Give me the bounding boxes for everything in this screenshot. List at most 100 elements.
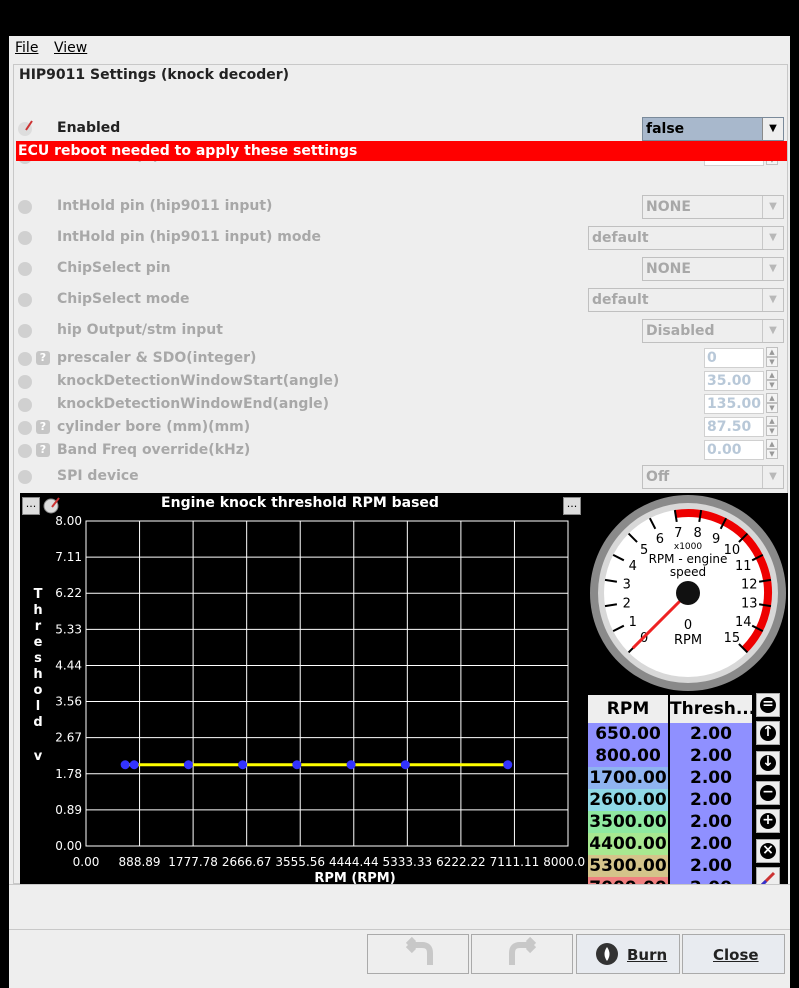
setting-icon[interactable] — [16, 119, 34, 137]
redo-button[interactable] — [471, 934, 573, 974]
y-tick-label: 0.00 — [55, 839, 82, 853]
chevron-down-icon[interactable]: ▼ — [762, 320, 783, 342]
gauge-tick-label: 12 — [741, 577, 758, 592]
move-up-button[interactable]: ↑ — [756, 721, 780, 745]
rpm-cell[interactable]: 1700.00 — [588, 767, 668, 789]
setting-row: ? Band Freq override(kHz) 0.00 ▲ ▼ — [14, 439, 787, 463]
chevron-down-icon[interactable]: ▼ — [762, 196, 783, 218]
gauge-hub — [676, 581, 700, 605]
setting-label: ChipSelect pin — [57, 260, 171, 276]
setting-icon[interactable] — [16, 290, 34, 308]
settings-window: File View HIP9011 Settings (knock decode… — [9, 36, 790, 988]
spin-up-icon[interactable]: ▲ — [766, 347, 778, 357]
chevron-down-icon[interactable]: ▼ — [762, 258, 783, 280]
gauge-tick-label: 5 — [640, 543, 648, 558]
spinner-value[interactable]: 0.00 — [704, 440, 764, 460]
gauge-tick-label: 9 — [712, 532, 720, 547]
spinner-value[interactable]: 135.00 — [704, 394, 764, 414]
minus-button[interactable]: − — [756, 781, 780, 805]
threshold-cell[interactable]: 2.00 — [670, 811, 752, 833]
setting-dropdown[interactable]: NONE ▼ — [642, 257, 784, 281]
spinner-value[interactable]: 87.50 — [704, 417, 764, 437]
spinner-value[interactable]: 0 — [704, 348, 764, 368]
data-point — [183, 760, 193, 770]
chevron-down-icon[interactable]: ▼ — [762, 227, 783, 249]
spin-up-icon[interactable]: ▲ — [766, 416, 778, 426]
spin-down-icon[interactable]: ▼ — [766, 380, 778, 390]
dropdown-value: default — [592, 230, 649, 246]
setting-icon[interactable] — [16, 197, 34, 215]
setting-icon[interactable] — [16, 418, 34, 436]
burn-button[interactable]: Burn — [576, 934, 680, 974]
setting-icon[interactable] — [16, 228, 34, 246]
threshold-cell[interactable]: 2.00 — [670, 789, 752, 811]
x-tick-label: 1777.78 — [168, 855, 218, 869]
spin-down-icon[interactable]: ▼ — [766, 403, 778, 413]
setting-dropdown[interactable]: NONE ▼ — [642, 195, 784, 219]
spinner-value[interactable]: 35.00 — [704, 371, 764, 391]
plus-button[interactable]: + — [756, 809, 780, 833]
spin-up-icon[interactable]: ▲ — [766, 439, 778, 449]
threshold-cell[interactable]: 2.00 — [670, 723, 752, 745]
y-tick-label: 1.78 — [55, 767, 82, 781]
setting-row: SPI device Off ▼ — [14, 465, 787, 489]
setting-label: knockDetectionWindowStart(angle) — [57, 373, 340, 389]
chevron-down-icon[interactable]: ▼ — [762, 118, 783, 140]
setting-dropdown[interactable]: Disabled ▼ — [642, 319, 784, 343]
y-tick-label: 3.56 — [55, 695, 82, 709]
rpm-cell[interactable]: 5300.00 — [588, 855, 668, 877]
menu-file[interactable]: File — [15, 40, 38, 56]
setting-icon[interactable] — [16, 259, 34, 277]
setting-icon[interactable] — [16, 467, 34, 485]
gauge-tick-label: 11 — [735, 559, 752, 574]
setting-label: ChipSelect mode — [57, 291, 190, 307]
gauge-tick-label: 7 — [674, 526, 682, 541]
close-button[interactable]: Close — [682, 934, 785, 974]
remove-row-button[interactable]: = — [756, 693, 780, 717]
spin-down-icon[interactable]: ▼ — [766, 426, 778, 436]
threshold-cell[interactable]: 2.00 — [670, 745, 752, 767]
x-tick-label: 6222.22 — [436, 855, 486, 869]
spin-down-icon[interactable]: ▼ — [766, 449, 778, 459]
setting-icon[interactable] — [16, 372, 34, 390]
setting-dropdown[interactable]: false ▼ — [642, 117, 784, 141]
setting-dropdown[interactable]: Off ▼ — [642, 465, 784, 489]
help-icon[interactable]: ? — [36, 443, 50, 457]
setting-icon[interactable] — [16, 441, 34, 459]
undo-button[interactable] — [367, 934, 469, 974]
setting-icon[interactable] — [16, 395, 34, 413]
gauge-tick-label: 13 — [741, 597, 758, 612]
spin-down-icon[interactable]: ▼ — [766, 357, 778, 367]
menu-view[interactable]: View — [54, 40, 87, 56]
x-tick-label: 0.00 — [73, 855, 100, 869]
setting-dropdown[interactable]: default ▼ — [588, 288, 784, 312]
threshold-cell[interactable]: 2.00 — [670, 855, 752, 877]
delete-button[interactable]: × — [756, 839, 780, 863]
threshold-column-header[interactable]: Thresh... — [670, 695, 755, 723]
gauge-tick-label: 3 — [623, 577, 631, 592]
setting-icon[interactable] — [16, 349, 34, 367]
x-tick-label: 8000.00 — [543, 855, 585, 869]
gauge-tick-label: 1 — [629, 615, 637, 630]
spin-up-icon[interactable]: ▲ — [766, 370, 778, 380]
move-down-button[interactable]: ↓ — [756, 751, 780, 775]
chevron-down-icon[interactable]: ▼ — [762, 466, 783, 488]
dropdown-value: NONE — [646, 199, 691, 215]
rpm-cell[interactable]: 4400.00 — [588, 833, 668, 855]
threshold-cell[interactable]: 2.00 — [670, 833, 752, 855]
panel-title: HIP9011 Settings (knock decoder) — [19, 67, 290, 83]
setting-dropdown[interactable]: default ▼ — [588, 226, 784, 250]
help-icon[interactable]: ? — [36, 351, 50, 365]
rpm-cell[interactable]: 650.00 — [588, 723, 668, 745]
rpm-cell[interactable]: 2600.00 — [588, 789, 668, 811]
rpm-cell[interactable]: 800.00 — [588, 745, 668, 767]
spin-up-icon[interactable]: ▲ — [766, 393, 778, 403]
chevron-down-icon[interactable]: ▼ — [762, 289, 783, 311]
help-icon[interactable]: ? — [36, 420, 50, 434]
setting-row: IntHold pin (hip9011 input) NONE ▼ — [14, 195, 787, 219]
setting-icon[interactable] — [16, 321, 34, 339]
rpm-column-header[interactable]: RPM — [588, 695, 668, 723]
x-tick-label: 3555.56 — [275, 855, 325, 869]
rpm-cell[interactable]: 3500.00 — [588, 811, 668, 833]
threshold-cell[interactable]: 2.00 — [670, 767, 752, 789]
